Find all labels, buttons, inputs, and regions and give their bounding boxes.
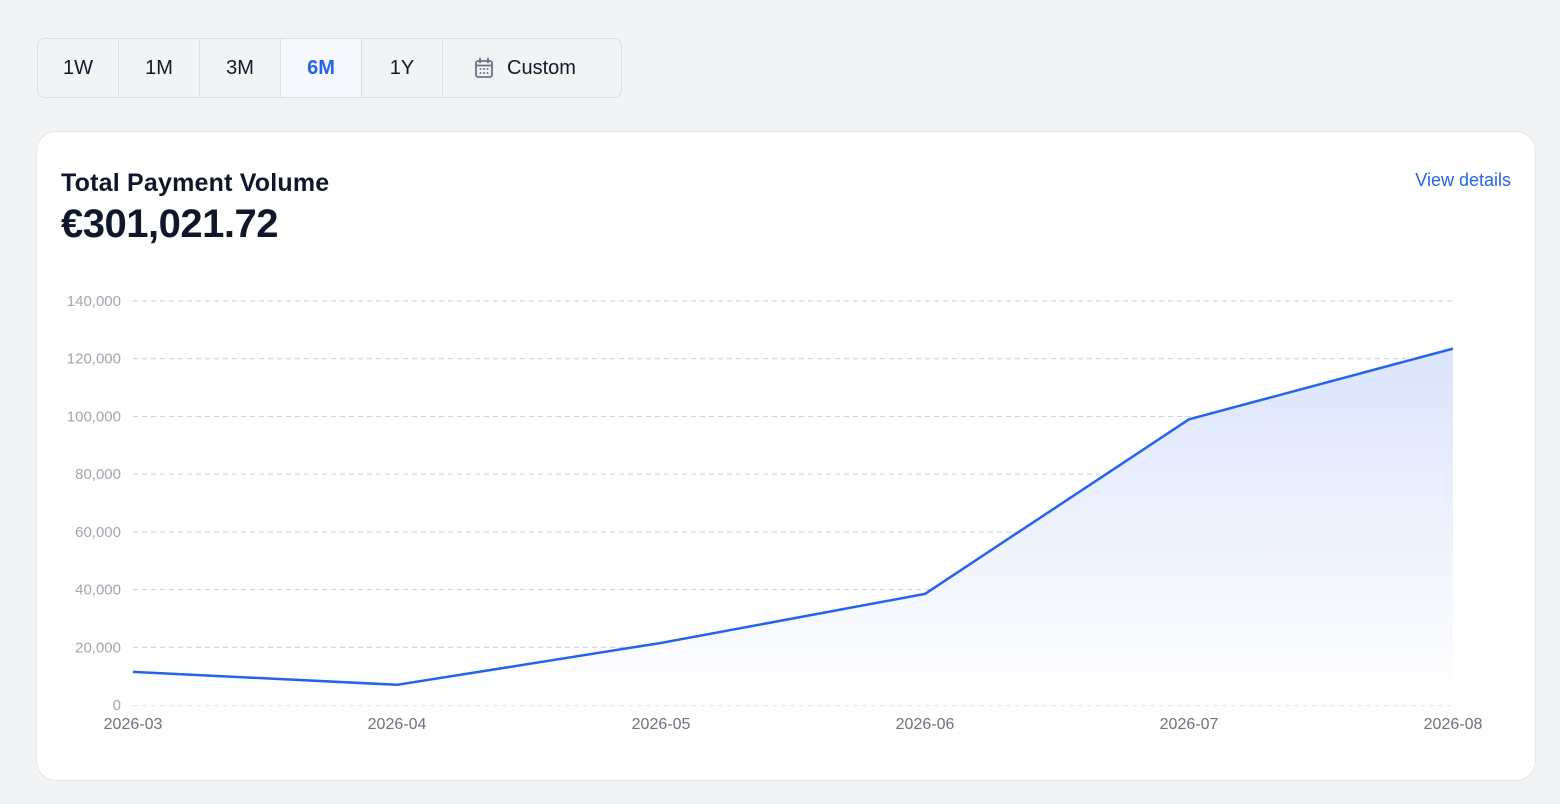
- y-tick-label: 140,000: [67, 293, 121, 310]
- range-1w-button[interactable]: 1W: [38, 39, 119, 97]
- x-tick-label: 2026-03: [104, 716, 163, 733]
- range-1y-button[interactable]: 1Y: [362, 39, 443, 97]
- y-tick-label: 0: [113, 697, 121, 714]
- y-tick-label: 20,000: [75, 639, 121, 656]
- y-tick-label: 120,000: [67, 351, 121, 368]
- range-1m-button[interactable]: 1M: [119, 39, 200, 97]
- date-range-selector: 1W 1M 3M 6M 1Y Custom: [37, 38, 622, 98]
- range-custom-label: Custom: [507, 56, 576, 79]
- calendar-icon: [474, 57, 494, 79]
- payment-volume-chart: 0 20,000 40,000 60,000 80,000 100,000 120,000 1…: [67, 293, 1483, 733]
- y-tick-label: 80,000: [75, 466, 121, 483]
- x-tick-label: 2026-08: [1424, 716, 1483, 733]
- x-tick-label: 2026-04: [368, 716, 427, 733]
- x-tick-label: 2026-06: [896, 716, 955, 733]
- range-3m-button[interactable]: 3M: [200, 39, 281, 97]
- y-tick-label: 40,000: [75, 582, 121, 599]
- y-tick-label: 60,000: [75, 524, 121, 541]
- x-tick-label: 2026-07: [1160, 716, 1219, 733]
- x-tick-label: 2026-05: [632, 716, 691, 733]
- y-tick-label: 100,000: [67, 408, 121, 425]
- payment-volume-card: Total Payment Volume €301,021.72 View de…: [36, 131, 1536, 781]
- range-6m-button[interactable]: 6M: [281, 39, 362, 97]
- range-custom-button[interactable]: Custom: [443, 39, 621, 97]
